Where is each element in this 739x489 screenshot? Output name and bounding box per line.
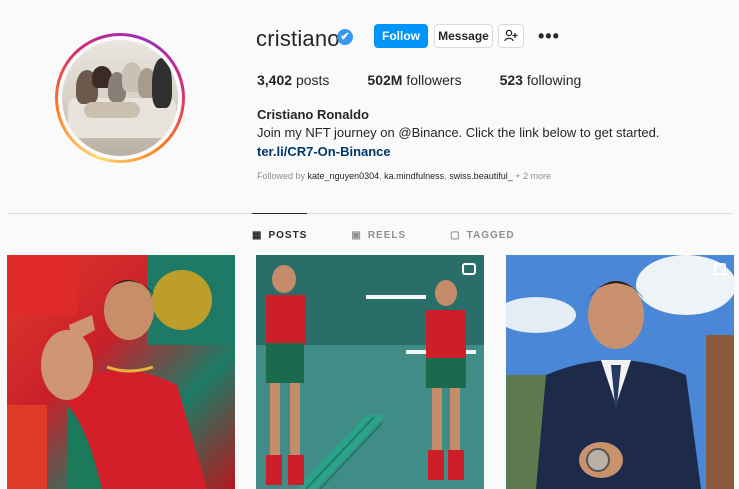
followed-by-user: kate_nguyen0304 <box>307 171 380 181</box>
post-thumbnail[interactable] <box>256 255 484 489</box>
multiple-photos-icon <box>714 263 726 275</box>
followed-by[interactable]: Followed by kate_nguyen0304, ka.mindfuln… <box>257 171 551 181</box>
reel-icon <box>462 263 476 275</box>
more-dots-icon[interactable]: ••• <box>538 26 560 47</box>
following-stat[interactable]: 523 following <box>500 72 582 88</box>
follow-button[interactable]: Follow <box>374 24 428 48</box>
bio-link[interactable]: ter.li/CR7-On-Binance <box>257 144 391 159</box>
post-image <box>256 255 484 489</box>
post-image <box>7 255 235 489</box>
bio-text: Join my NFT journey on @Binance. Click t… <box>257 125 660 140</box>
tab-reels[interactable]: ▣ REELS <box>351 213 406 257</box>
posts-count: 3,402 <box>257 72 293 88</box>
message-button[interactable]: Message <box>434 24 493 48</box>
profile-stats: 3,402 posts 502M followers 523 following <box>257 72 619 88</box>
following-label: following <box>526 72 582 88</box>
profile-header: cristiano ✔ Follow Message ••• 3,402 pos… <box>0 0 739 200</box>
following-count: 523 <box>499 72 523 88</box>
followed-by-prefix: Followed by <box>257 171 306 181</box>
post-image <box>506 255 734 489</box>
suggested-accounts-button[interactable] <box>498 24 524 48</box>
followed-by-user: swiss.beautiful_ <box>449 171 513 181</box>
avatar[interactable] <box>62 40 178 156</box>
posts-stat: 3,402 posts <box>257 72 329 88</box>
followers-count: 502M <box>367 72 403 88</box>
story-ring[interactable] <box>55 33 185 163</box>
tab-label: TAGGED <box>466 230 515 241</box>
full-name: Cristiano Ronaldo <box>257 107 369 122</box>
reels-icon: ▣ <box>351 230 362 241</box>
profile-tabs: ▦ POSTS ▣ REELS ▢ TAGGED <box>252 213 559 257</box>
posts-label: posts <box>295 72 330 88</box>
tab-label: REELS <box>367 230 407 241</box>
tab-posts[interactable]: ▦ POSTS <box>252 213 308 257</box>
followers-label: followers <box>406 72 462 88</box>
verified-icon: ✔ <box>337 29 353 45</box>
post-thumbnail[interactable] <box>506 255 734 489</box>
grid-icon: ▦ <box>252 230 263 241</box>
tag-icon: ▢ <box>450 230 461 241</box>
tab-tagged[interactable]: ▢ TAGGED <box>450 213 515 257</box>
posts-grid <box>7 255 734 489</box>
followed-by-more: + 2 more <box>515 171 552 181</box>
tab-label: POSTS <box>268 230 308 241</box>
add-user-icon <box>504 29 518 42</box>
post-thumbnail[interactable] <box>7 255 235 489</box>
followed-by-user: ka.mindfulness <box>384 171 445 181</box>
username: cristiano <box>256 26 340 51</box>
followers-stat[interactable]: 502M followers <box>367 72 461 88</box>
